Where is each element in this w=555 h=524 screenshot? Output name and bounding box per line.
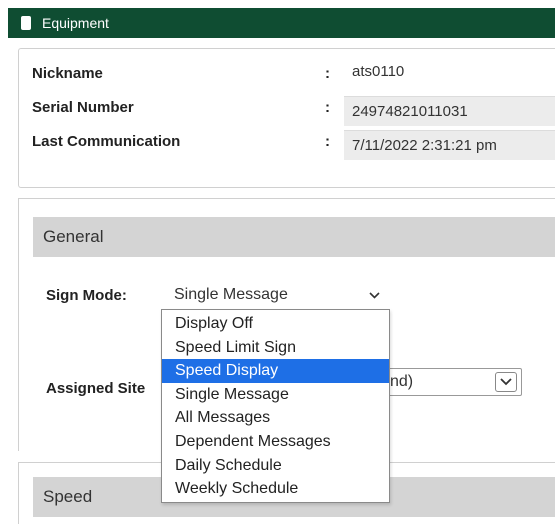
sign-mode-dropdown-list: Display Off Speed Limit Sign Speed Displ… — [161, 309, 390, 503]
option-single-message[interactable]: Single Message — [162, 383, 389, 407]
assigned-site-dropdown-button[interactable] — [495, 372, 517, 392]
equipment-header: Equipment — [8, 8, 555, 38]
general-section-header[interactable]: General — [33, 217, 555, 257]
colon: : — [325, 65, 330, 82]
colon: : — [325, 99, 330, 116]
details-panel: Nickname : ats0110 Serial Number : 24974… — [18, 48, 555, 188]
serial-number-label: Serial Number — [32, 99, 134, 116]
option-speed-display[interactable]: Speed Display — [162, 359, 389, 383]
sign-mode-select[interactable]: Single Message — [164, 282, 394, 308]
chevron-down-icon — [369, 292, 380, 299]
chevron-down-icon — [500, 378, 512, 386]
sign-mode-label: Sign Mode: — [46, 287, 127, 304]
last-communication-value: 7/11/2022 2:31:21 pm — [344, 130, 555, 160]
sign-mode-value: Single Message — [174, 286, 288, 303]
option-speed-limit-sign[interactable]: Speed Limit Sign — [162, 336, 389, 360]
colon: : — [325, 133, 330, 150]
detail-row-nickname: Nickname : ats0110 — [19, 57, 555, 91]
header-title: Equipment — [42, 15, 109, 31]
serial-number-value: 24974821011031 — [344, 96, 555, 126]
detail-row-serial: Serial Number : 24974821011031 — [19, 91, 555, 126]
option-daily-schedule[interactable]: Daily Schedule — [162, 454, 389, 478]
option-all-messages[interactable]: All Messages — [162, 406, 389, 430]
nickname-label: Nickname — [32, 65, 103, 82]
assigned-site-label: Assigned Site — [46, 380, 146, 397]
assigned-site-value: nd) — [390, 373, 414, 390]
option-display-off[interactable]: Display Off — [162, 312, 389, 336]
assigned-site-select[interactable]: nd) — [385, 368, 522, 396]
last-communication-label: Last Communication — [32, 133, 181, 150]
equipment-chip-icon — [20, 16, 32, 30]
nickname-value[interactable]: ats0110 — [344, 57, 555, 87]
detail-row-last-communication: Last Communication : 7/11/2022 2:31:21 p… — [19, 125, 555, 160]
option-weekly-schedule[interactable]: Weekly Schedule — [162, 477, 389, 501]
option-dependent-messages[interactable]: Dependent Messages — [162, 430, 389, 454]
